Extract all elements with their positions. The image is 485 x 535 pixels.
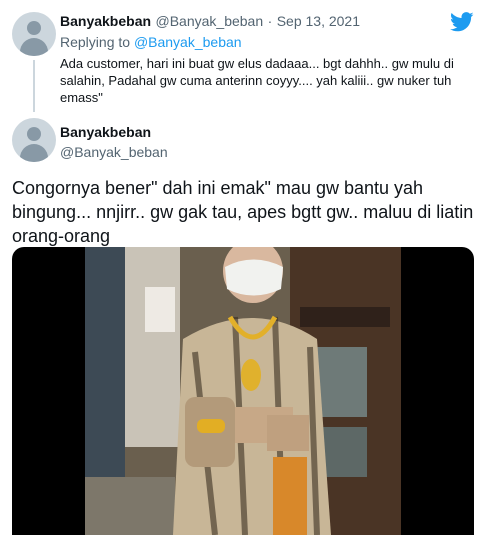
twitter-bird-icon[interactable]: [450, 12, 474, 32]
replying-to-line: Replying to @Banyak_beban: [60, 34, 242, 50]
separator-dot: ·: [267, 13, 273, 29]
replying-to-mention-link[interactable]: @Banyak_beban: [134, 34, 242, 50]
video-frame: [85, 247, 401, 535]
thread-connector-line: [33, 60, 35, 112]
avatar-body-shape: [20, 144, 48, 162]
reply-tweet-text: Ada customer, hari ini buat gw elus dada…: [60, 56, 454, 105]
main-author-name[interactable]: Banyakbeban: [60, 124, 151, 140]
tweet-video[interactable]: [12, 247, 474, 535]
main-author-handle[interactable]: @Banyak_beban: [60, 144, 168, 160]
avatar-head-shape: [27, 21, 41, 35]
reply-author-name[interactable]: Banyakbeban: [60, 13, 151, 29]
reply-tweet-header: Banyakbeban @Banyak_beban · Sep 13, 2021: [60, 13, 360, 31]
video-still-illustration: [85, 247, 401, 535]
reply-timestamp[interactable]: Sep 13, 2021: [277, 13, 360, 29]
reply-avatar[interactable]: [12, 12, 56, 56]
main-tweet-text: Congornya bener" dah ini emak" mau gw ba…: [12, 178, 474, 246]
replying-to-label: Replying to: [60, 34, 131, 50]
main-avatar[interactable]: [12, 118, 56, 162]
avatar-body-shape: [20, 38, 48, 56]
avatar-head-shape: [27, 127, 41, 141]
reply-author-handle[interactable]: @Banyak_beban: [156, 13, 264, 29]
